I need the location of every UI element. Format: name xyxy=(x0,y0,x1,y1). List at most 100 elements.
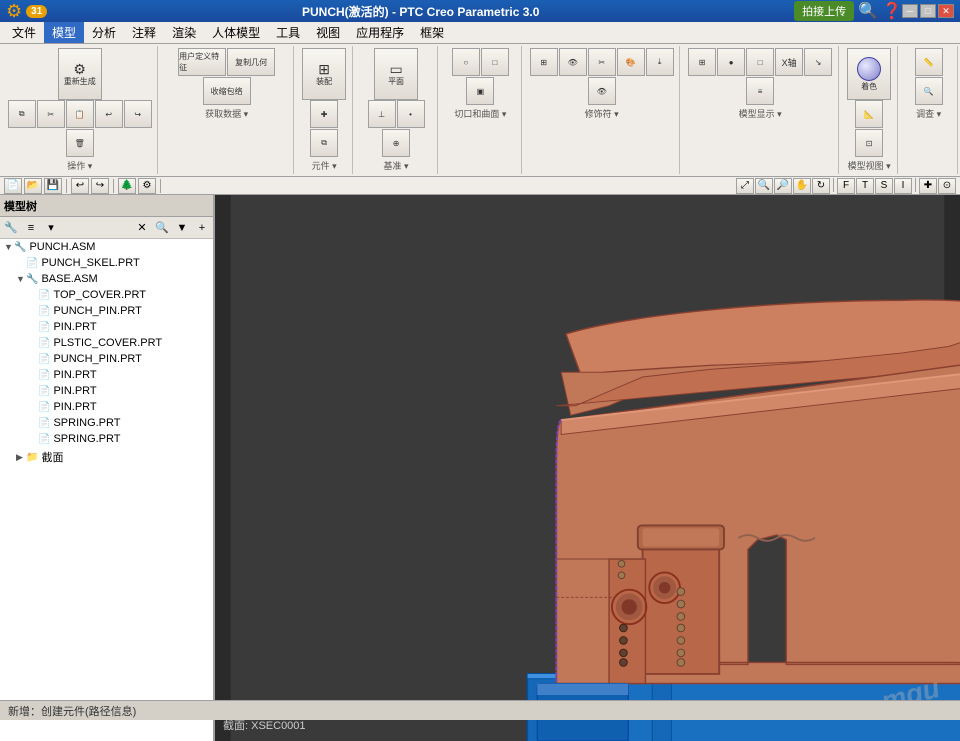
tree-expand-icon[interactable]: ▶ xyxy=(16,452,26,463)
btn-copy[interactable]: ⧉ xyxy=(8,100,36,128)
btn-tree-close[interactable]: ✕ xyxy=(133,219,151,237)
tree-expand-icon[interactable]: ▼ xyxy=(16,274,26,284)
btn-section[interactable]: ✂ xyxy=(588,48,616,76)
minimize-button[interactable]: ─ xyxy=(902,4,918,18)
btn-undo2[interactable]: ↩ xyxy=(71,178,89,194)
btn-array[interactable]: ⊞ xyxy=(530,48,558,76)
btn-tree-expand[interactable]: 🌲 xyxy=(118,178,136,194)
btn-measure[interactable]: 📏 xyxy=(915,48,943,76)
group-survey-label: 调查 ▾ xyxy=(916,107,941,120)
tree-item[interactable]: 📄SPRING.PRT xyxy=(0,431,213,447)
btn-tree-search[interactable]: 🔍 xyxy=(153,219,171,237)
btn-expand[interactable]: ⊡ xyxy=(855,129,883,157)
tree-item[interactable]: 📄PIN.PRT xyxy=(0,319,213,335)
tree-item[interactable]: 📄TOP_COVER.PRT xyxy=(0,287,213,303)
tree-item[interactable]: ▼🔧BASE.ASM xyxy=(0,271,213,287)
btn-side-view[interactable]: S xyxy=(875,178,893,194)
tree-item[interactable]: 📄PLSTIC_COVER.PRT xyxy=(0,335,213,351)
close-button[interactable]: ✕ xyxy=(938,4,954,18)
group-component-label: 元件 ▾ xyxy=(312,159,337,172)
menu-analysis[interactable]: 分析 xyxy=(84,22,124,43)
btn-save[interactable]: 💾 xyxy=(44,178,62,194)
menu-file[interactable]: 文件 xyxy=(4,22,44,43)
btn-copy-geom[interactable]: 复制几何 xyxy=(227,48,275,76)
btn-named-view[interactable]: 📐 xyxy=(855,100,883,128)
tree-item[interactable]: ▶📁截面 xyxy=(0,447,213,467)
tree-item[interactable]: ▼🔧PUNCH.ASM xyxy=(0,239,213,255)
menu-frame[interactable]: 框架 xyxy=(412,22,452,43)
btn-scale-down[interactable]: ↘ xyxy=(804,48,832,76)
btn-redo[interactable]: ↪ xyxy=(124,100,152,128)
btn-repeat[interactable]: ⧉ xyxy=(310,129,338,157)
btn-zoom-fit[interactable]: ⤢ xyxy=(736,178,754,194)
btn-axis[interactable]: ⊥ xyxy=(368,100,396,128)
viewport-3d[interactable]: 截面: XSEC0001 mgu xyxy=(215,195,960,741)
btn-coord[interactable]: ⊕ xyxy=(382,129,410,157)
btn-open[interactable]: 📂 xyxy=(24,178,42,194)
btn-delete[interactable]: 🗑 xyxy=(66,129,94,157)
btn-zoom-in[interactable]: 🔍 xyxy=(755,178,773,194)
btn-tree-add[interactable]: + xyxy=(193,219,211,237)
btn-ref-view[interactable]: 🔍 xyxy=(915,77,943,105)
btn-front-view[interactable]: F xyxy=(837,178,855,194)
btn-settings[interactable]: ⚙ xyxy=(138,178,156,194)
tree-item[interactable]: 📄SPRING.PRT xyxy=(0,415,213,431)
btn-explode[interactable]: ⊙ xyxy=(938,178,956,194)
btn-shrink-wrap[interactable]: 收缩包络 xyxy=(203,77,251,105)
btn-hole[interactable]: ○ xyxy=(452,48,480,76)
btn-undo[interactable]: ↩ xyxy=(95,100,123,128)
btn-user-feature[interactable]: 用户定义特征 xyxy=(178,48,226,76)
btn-shaded[interactable]: ● xyxy=(717,48,745,76)
search-icon[interactable]: 🔍 xyxy=(858,1,878,21)
menu-apps[interactable]: 应用程序 xyxy=(348,22,412,43)
btn-display-spec[interactable]: 👁 xyxy=(588,77,616,105)
btn-assemble[interactable]: ⊞ 装配 xyxy=(302,48,346,100)
tree-item[interactable]: 📄PIN.PRT xyxy=(0,367,213,383)
maximize-button[interactable]: □ xyxy=(920,4,936,18)
tree-item[interactable]: 📄PUNCH_PIN.PRT xyxy=(0,351,213,367)
menu-model[interactable]: 模型 xyxy=(44,22,84,43)
btn-cut[interactable]: ✂ xyxy=(37,100,65,128)
btn-wireframe[interactable]: □ xyxy=(746,48,774,76)
menu-render[interactable]: 渲染 xyxy=(164,22,204,43)
btn-group[interactable]: ▣ xyxy=(466,77,494,105)
menu-view[interactable]: 视图 xyxy=(308,22,348,43)
tree-item[interactable]: 📄PUNCH_SKEL.PRT xyxy=(0,255,213,271)
btn-tree-list[interactable]: ≡ xyxy=(22,219,40,237)
btn-paste[interactable]: 📋 xyxy=(66,100,94,128)
btn-regenerate[interactable]: ⚙ 重新生成 xyxy=(58,48,102,100)
notification-badge: 31 xyxy=(26,5,47,18)
btn-outer[interactable]: 🎨 xyxy=(617,48,645,76)
btn-iso-view[interactable]: I xyxy=(894,178,912,194)
login-button[interactable]: 拍接上传 xyxy=(794,1,854,21)
btn-pan[interactable]: ✋ xyxy=(793,178,811,194)
tree-item[interactable]: 📄PUNCH_PIN.PRT xyxy=(0,303,213,319)
btn-tree-filter[interactable]: 🔧 xyxy=(2,219,20,237)
btn-x-axis[interactable]: X轴 xyxy=(775,48,803,76)
btn-shrink-pos[interactable]: ⤓ xyxy=(646,48,674,76)
btn-top-view[interactable]: T xyxy=(856,178,874,194)
btn-extrude[interactable]: □ xyxy=(481,48,509,76)
btn-zoom-out[interactable]: 🔎 xyxy=(774,178,792,194)
tree-item[interactable]: 📄PIN.PRT xyxy=(0,383,213,399)
btn-new[interactable]: 📄 xyxy=(4,178,22,194)
toolbar: ⚙ 重新生成 ⧉ ✂ 📋 ↩ ↪ 🗑 操作 ▾ 用户定义特征 复制几何 收缩包络… xyxy=(0,44,960,177)
tree-expand-icon[interactable]: ▼ xyxy=(4,242,14,252)
menu-tools[interactable]: 工具 xyxy=(268,22,308,43)
btn-create[interactable]: ✚ xyxy=(310,100,338,128)
btn-sys[interactable]: ≡ xyxy=(746,77,774,105)
btn-3d-sphere[interactable]: 着色 xyxy=(847,48,891,100)
btn-rotate[interactable]: ↻ xyxy=(812,178,830,194)
btn-manage-view[interactable]: 👁 xyxy=(559,48,587,76)
btn-cross-section[interactable]: ✚ xyxy=(919,178,937,194)
btn-plane[interactable]: ▭ 平面 xyxy=(374,48,418,100)
menu-annotation[interactable]: 注释 xyxy=(124,22,164,43)
btn-redo2[interactable]: ↪ xyxy=(91,178,109,194)
btn-point[interactable]: • xyxy=(397,100,425,128)
menu-human-model[interactable]: 人体模型 xyxy=(204,22,268,43)
btn-tree-filter2[interactable]: ▼ xyxy=(173,219,191,237)
btn-split-view[interactable]: ⊞ xyxy=(688,48,716,76)
help-icon[interactable]: ❓ xyxy=(882,1,902,21)
btn-tree-settings[interactable]: ▾ xyxy=(42,219,60,237)
tree-item[interactable]: 📄PIN.PRT xyxy=(0,399,213,415)
